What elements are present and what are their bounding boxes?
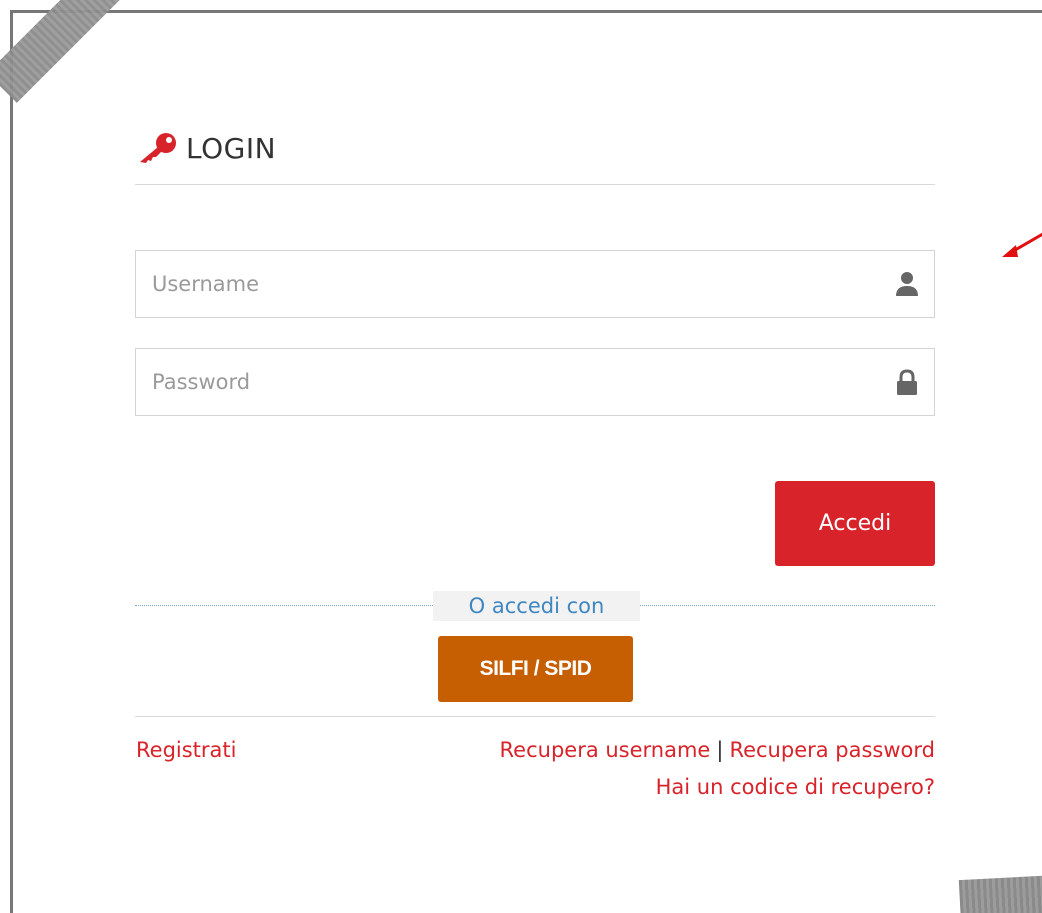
- login-header: LOGIN: [136, 128, 276, 168]
- recover-links: Recupera username | Recupera password: [500, 738, 935, 762]
- recover-username-link[interactable]: Recupera username: [500, 738, 711, 762]
- key-icon: [140, 133, 176, 163]
- register-link[interactable]: Registrati: [136, 738, 236, 762]
- username-field[interactable]: [135, 250, 935, 318]
- lock-icon: [897, 369, 917, 395]
- recovery-code-link[interactable]: Hai un codice di recupero?: [656, 775, 935, 799]
- password-input[interactable]: [136, 349, 876, 415]
- divider-right: [640, 605, 935, 606]
- login-button[interactable]: Accedi: [775, 481, 935, 566]
- tape-decoration-bottom-right: [958, 873, 1042, 913]
- alt-login-divider-text: O accedi con: [433, 591, 640, 621]
- user-icon: [896, 272, 918, 296]
- divider-left: [135, 605, 433, 606]
- username-input[interactable]: [136, 251, 876, 317]
- spid-login-button[interactable]: SILFI / SPID: [438, 636, 633, 702]
- footer-divider: [135, 716, 935, 717]
- red-arrow-icon: [1002, 232, 1042, 257]
- login-title: LOGIN: [186, 131, 277, 165]
- header-divider: [135, 184, 935, 185]
- password-field[interactable]: [135, 348, 935, 416]
- recover-password-link[interactable]: Recupera password: [729, 738, 935, 762]
- link-separator: |: [716, 738, 724, 762]
